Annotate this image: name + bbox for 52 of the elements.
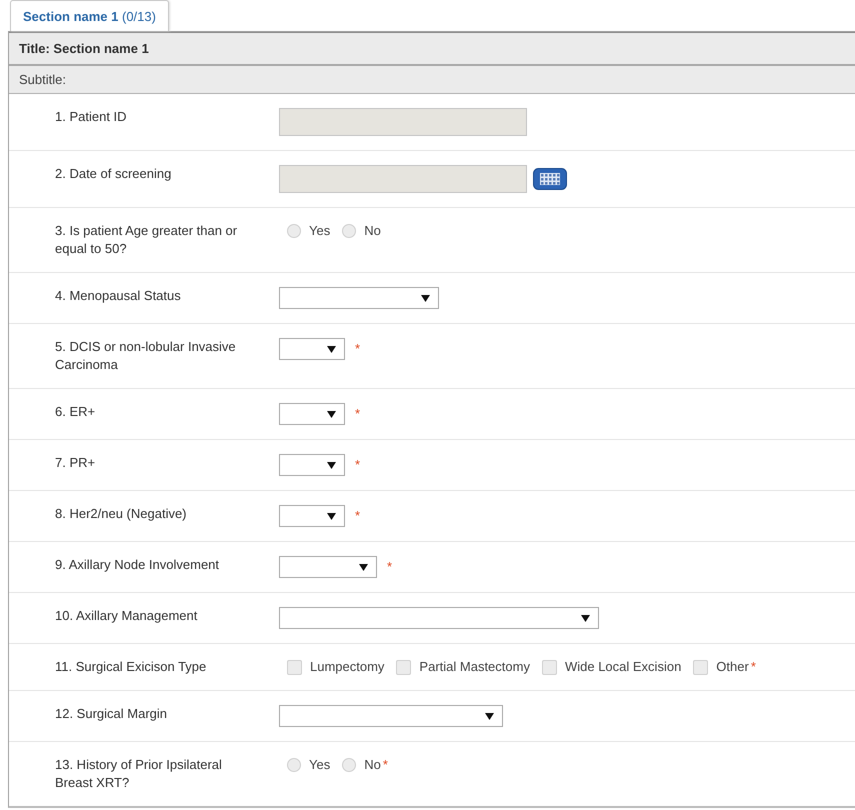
question-label: 7. PR+ (55, 454, 96, 472)
question-label: 10. Axillary Management (55, 607, 198, 625)
question-label: 4. Menopausal Status (55, 287, 182, 305)
radio-button[interactable] (287, 758, 301, 772)
option-label: Other (716, 658, 749, 676)
checkbox[interactable] (396, 660, 412, 674)
option-label: Wide Local Excision (564, 658, 682, 676)
caret-icon (421, 294, 430, 302)
section-title: Title: Section name 1 (9, 32, 855, 66)
required-mark: * (355, 340, 360, 358)
question-label: 9. Axillary Node Involvement (55, 556, 220, 574)
calendar-icon[interactable] (533, 168, 567, 190)
caret-icon (327, 462, 336, 468)
checkbox[interactable] (287, 660, 302, 674)
caret-icon (581, 614, 590, 622)
required-mark: * (355, 405, 360, 423)
option-label: No (364, 756, 381, 774)
dropdown[interactable] (279, 454, 345, 476)
question-label: 2. Date of screening (55, 165, 172, 183)
dropdown[interactable] (279, 403, 345, 425)
option-label: Lumpectomy (310, 658, 384, 676)
dropdown[interactable] (279, 338, 345, 360)
checkbox[interactable] (693, 660, 708, 674)
required-mark: * (382, 756, 388, 774)
caret-icon (327, 512, 336, 520)
option-label: Partial Mastectomy (419, 658, 530, 676)
dropdown[interactable] (279, 505, 345, 527)
caret-icon (485, 712, 494, 720)
question-label: 6. ER+ (55, 403, 96, 421)
option-label: No (364, 222, 381, 240)
radio-button[interactable] (342, 758, 356, 772)
radio-button[interactable] (287, 224, 301, 238)
section-tab[interactable]: Section name 1 (0/13) (10, 0, 169, 31)
checkbox[interactable] (542, 660, 557, 674)
question-label: 5. DCIS or non-lobular Invasive Carcinoma (55, 338, 237, 374)
question-label: 8. Her2/neu (Negative) (55, 505, 188, 523)
required-mark: * (750, 658, 756, 676)
option-label: Yes (309, 222, 330, 240)
required-mark: * (387, 558, 392, 576)
section-subtitle: Subtitle: (9, 66, 855, 94)
question-label: 3. Is patient Age greater than or equal to 50? (55, 222, 238, 258)
required-mark: * (355, 456, 360, 474)
caret-icon (359, 564, 368, 570)
radio-button[interactable] (342, 224, 356, 238)
question-label: 13. History of Prior Ipsilateral Breast XRT? (55, 756, 223, 792)
option-label: Yes (309, 756, 330, 774)
question-label: 11. Surgical Exicison Type (55, 658, 208, 676)
question-label: 12. Surgical Margin (55, 705, 168, 723)
question-label: 1. Patient ID (55, 108, 128, 126)
caret-icon (327, 346, 336, 352)
required-mark: * (355, 507, 360, 525)
caret-icon (327, 410, 336, 418)
